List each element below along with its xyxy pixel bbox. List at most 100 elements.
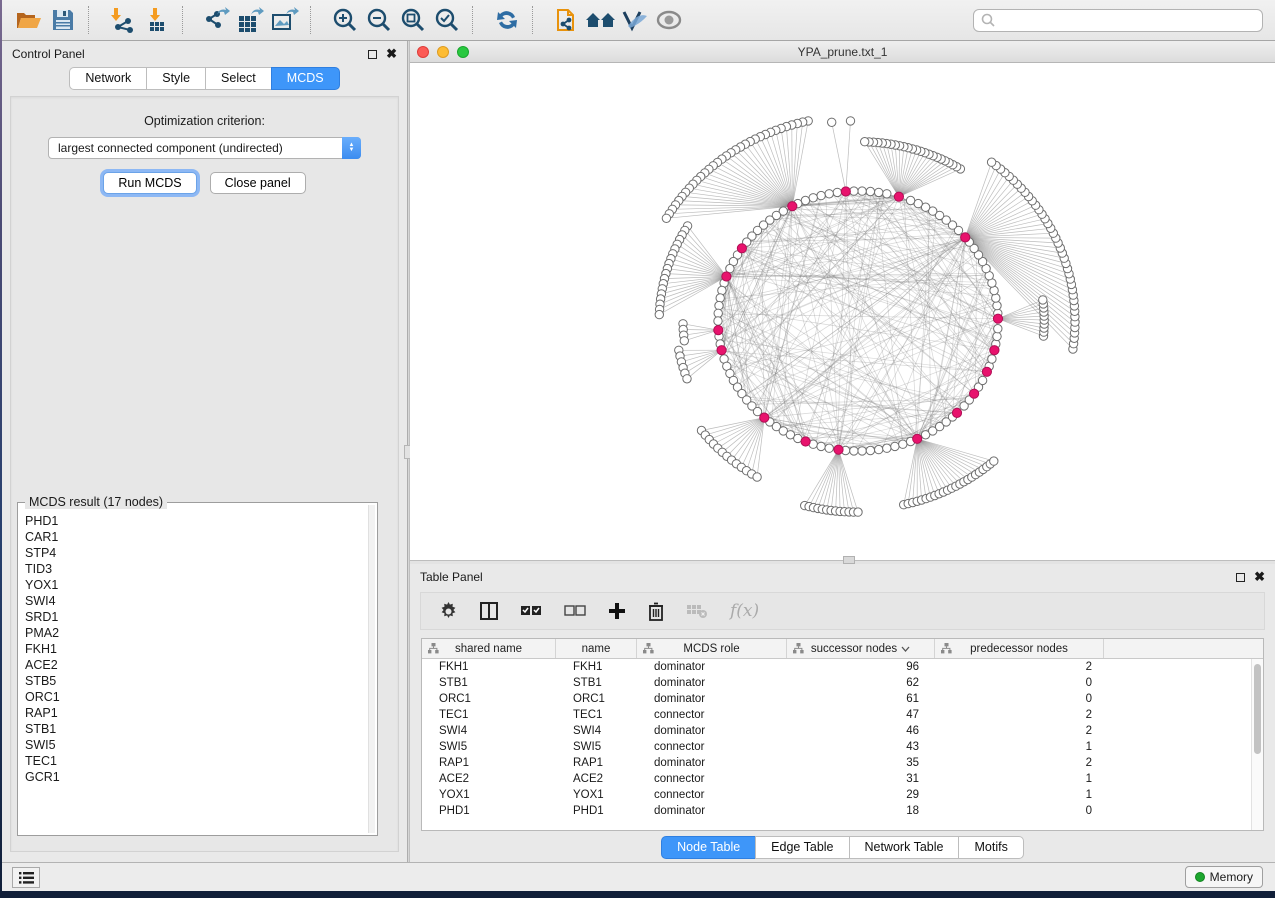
export-network-icon[interactable] [200, 5, 234, 35]
table-row[interactable]: RAP1RAP1dominator352 [422, 755, 1263, 771]
close-panel-icon[interactable]: ✖ [386, 49, 397, 59]
open-file-icon[interactable] [12, 5, 46, 35]
network-graph[interactable] [410, 63, 1275, 560]
tab-network[interactable]: Network [69, 67, 146, 90]
mcds-result-item[interactable]: CAR1 [20, 529, 367, 545]
tab-motifs[interactable]: Motifs [958, 836, 1023, 859]
column-header-name[interactable]: name [556, 639, 637, 658]
import-table-icon[interactable] [140, 5, 174, 35]
table-cell: SWI5 [422, 739, 556, 755]
mcds-result-item[interactable]: STB1 [20, 721, 367, 737]
table-cell: SWI4 [556, 723, 637, 739]
float-panel-icon[interactable] [1236, 573, 1245, 582]
deselect-all-icon[interactable] [564, 604, 586, 618]
tab-style[interactable]: Style [146, 67, 205, 90]
mcds-result-item[interactable]: SWI4 [20, 593, 367, 609]
show-all-networks-icon[interactable] [584, 5, 618, 35]
table-cell: dominator [637, 659, 787, 675]
window-minimize-icon[interactable] [437, 46, 449, 58]
table-cell: 43 [787, 739, 935, 755]
mcds-result-item[interactable]: TEC1 [20, 753, 367, 769]
tab-select[interactable]: Select [205, 67, 271, 90]
mcds-result-item[interactable]: PMA2 [20, 625, 367, 641]
mcds-panel: Optimization criterion: largest connecte… [10, 96, 399, 852]
table-cell: 29 [787, 787, 935, 803]
mcds-result-item[interactable]: ACE2 [20, 657, 367, 673]
table-row[interactable]: PHD1PHD1dominator180 [422, 803, 1263, 819]
mcds-result-item[interactable]: STB5 [20, 673, 367, 689]
toolbar-separator [88, 6, 98, 34]
table-panel-title: Table Panel [420, 570, 483, 584]
mcds-result-item[interactable]: RAP1 [20, 705, 367, 721]
node-table-header: shared name name MCDS role successor nod… [422, 639, 1263, 659]
splitter-handle[interactable] [843, 556, 855, 564]
mcds-result-item[interactable]: SWI5 [20, 737, 367, 753]
table-row[interactable]: YOX1YOX1connector291 [422, 787, 1263, 803]
mcds-result-item[interactable]: STP4 [20, 545, 367, 561]
mcds-result-item[interactable]: SRD1 [20, 609, 367, 625]
table-row[interactable]: SWI4SWI4dominator462 [422, 723, 1263, 739]
tab-network-table[interactable]: Network Table [849, 836, 959, 859]
function-builder-icon[interactable]: f(x) [730, 601, 759, 621]
vizmapper-icon[interactable] [618, 5, 652, 35]
table-row[interactable]: ORC1ORC1dominator610 [422, 691, 1263, 707]
column-header-predecessor-nodes[interactable]: predecessor nodes [935, 639, 1104, 658]
criterion-dropdown[interactable]: largest connected component (undirected)… [48, 137, 361, 159]
tab-edge-table[interactable]: Edge Table [755, 836, 848, 859]
tab-node-table[interactable]: Node Table [661, 836, 755, 859]
mcds-result-item[interactable]: TID3 [20, 561, 367, 577]
mcds-result-list[interactable]: PHD1CAR1STP4TID3YOX1SWI4SRD1PMA2FKH1ACE2… [20, 513, 367, 833]
search-input[interactable] [973, 9, 1263, 32]
save-session-icon[interactable] [46, 5, 80, 35]
zoom-fit-icon[interactable] [396, 5, 430, 35]
table-row[interactable]: ACE2ACE2connector311 [422, 771, 1263, 787]
close-panel-button[interactable]: Close panel [210, 172, 306, 194]
zoom-in-icon[interactable] [328, 5, 362, 35]
network-from-document-icon[interactable] [550, 5, 584, 35]
column-header-shared-name[interactable]: shared name [422, 639, 556, 658]
window-close-icon[interactable] [417, 46, 429, 58]
add-column-icon[interactable] [608, 602, 626, 620]
tab-mcds[interactable]: MCDS [271, 67, 340, 90]
mcds-result-item[interactable]: YOX1 [20, 577, 367, 593]
select-all-icon[interactable] [520, 604, 542, 618]
show-hide-panels-icon[interactable] [652, 5, 686, 35]
table-cell: TEC1 [422, 707, 556, 723]
mcds-result-item[interactable]: FKH1 [20, 641, 367, 657]
network-window-titlebar[interactable]: YPA_prune.txt_1 [410, 41, 1275, 63]
zoom-selected-icon[interactable] [430, 5, 464, 35]
export-table-icon[interactable] [234, 5, 268, 35]
table-row[interactable]: FKH1FKH1dominator962 [422, 659, 1263, 675]
table-cell: connector [637, 771, 787, 787]
mcds-result-item[interactable]: PHD1 [20, 513, 367, 529]
run-mcds-button[interactable]: Run MCDS [103, 172, 196, 194]
table-scrollbar-thumb[interactable] [1254, 664, 1261, 754]
table-cell: connector [637, 739, 787, 755]
memory-button[interactable]: Memory [1185, 866, 1263, 888]
table-row[interactable]: TEC1TEC1connector472 [422, 707, 1263, 723]
table-settings-gear-icon[interactable] [439, 602, 458, 621]
table-cell: PHD1 [422, 803, 556, 819]
window-maximize-icon[interactable] [457, 46, 469, 58]
close-panel-icon[interactable]: ✖ [1254, 572, 1265, 582]
table-row[interactable]: STB1STB1dominator620 [422, 675, 1263, 691]
zoom-out-icon[interactable] [362, 5, 396, 35]
shared-column-icon [793, 643, 804, 654]
mcds-list-scrollbar[interactable] [368, 505, 375, 833]
mcds-result-item[interactable]: GCR1 [20, 769, 367, 785]
show-columns-icon[interactable] [480, 602, 498, 620]
column-header-mcds-role[interactable]: MCDS role [637, 639, 787, 658]
mcds-result-item[interactable]: ORC1 [20, 689, 367, 705]
column-header-successor-nodes[interactable]: successor nodes [787, 639, 935, 658]
export-image-icon[interactable] [268, 5, 302, 35]
table-scrollbar[interactable] [1251, 659, 1263, 830]
float-panel-icon[interactable] [368, 50, 377, 59]
delete-column-trash-icon[interactable] [648, 602, 664, 621]
network-canvas[interactable] [410, 63, 1275, 560]
refresh-icon[interactable] [490, 5, 524, 35]
task-history-button[interactable] [12, 867, 40, 888]
table-row[interactable]: SWI5SWI5connector431 [422, 739, 1263, 755]
import-network-icon[interactable] [106, 5, 140, 35]
delete-table-icon[interactable] [686, 604, 708, 619]
table-cell: 0 [935, 691, 1104, 707]
